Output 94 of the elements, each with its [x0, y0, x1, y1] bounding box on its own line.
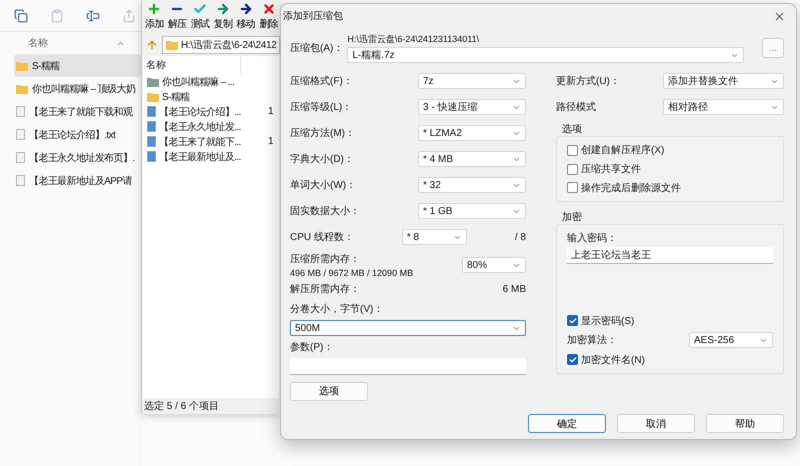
check-icon [568, 356, 576, 364]
plus-icon [147, 2, 162, 16]
dialog-button[interactable]: 帮助 [706, 414, 784, 433]
field-label: 解压所需内存： [290, 282, 360, 296]
check-icon [568, 316, 576, 324]
dropdown[interactable]: * 1 GB [418, 203, 526, 219]
path-field[interactable]: H:\迅雷云盘\6-24\2412 [162, 36, 280, 54]
toolbar-button[interactable]: 删除 [257, 0, 280, 32]
document-icon [16, 175, 25, 186]
dropdown[interactable]: * 32 [418, 177, 526, 193]
field-label: 压缩包(A)： [290, 42, 344, 55]
group-title: 加密 [561, 212, 583, 224]
field-label: CPU 线程数： [290, 230, 354, 244]
checkbox[interactable]: 压缩共享文件 [567, 160, 773, 178]
folder-icon [166, 40, 178, 50]
dropdown[interactable]: 500M [290, 320, 526, 336]
document-icon [16, 129, 25, 140]
folder-icon [16, 84, 28, 94]
rename-icon[interactable] [86, 8, 100, 22]
dropdown[interactable]: 相对路径 [663, 99, 784, 115]
thread-max-text: / 8 [514, 232, 526, 242]
folder-icon [16, 60, 28, 70]
status-text: 选定 5 / 6 个项目 [144, 400, 220, 413]
document-icon [16, 152, 25, 163]
field-label: 加密算法： [567, 334, 617, 347]
toolbar-button[interactable]: 解压 [166, 0, 189, 32]
path-text: H:\迅雷云盘\6-24\241231134011\ [347, 33, 480, 46]
file-name[interactable]: 【老王最新地址及... [159, 150, 265, 164]
document-icon [147, 136, 156, 147]
dropdown[interactable]: 80% [462, 257, 526, 273]
file-name[interactable]: 你也叫糯糯嘛 – ... [162, 74, 268, 88]
dropdown[interactable]: * 4 MB [418, 151, 526, 167]
group-title: 选项 [561, 124, 583, 136]
field-label: 字典大小(D)： [290, 152, 354, 166]
column-header[interactable]: 名称 [143, 56, 241, 74]
archive-name-field[interactable]: L-糯糯.7z [347, 47, 744, 63]
file-list-item[interactable]: 【老王永久地址发布页】. [14, 146, 141, 169]
file-list-item[interactable]: 【老王论坛介绍】.txt [14, 123, 141, 146]
document-icon [147, 151, 156, 162]
dropdown[interactable]: * LZMA2 [418, 125, 526, 141]
field-label: 压缩格式(F)： [290, 74, 353, 88]
toolbar-button[interactable]: 添加 [143, 0, 166, 32]
clipboard-icon[interactable] [50, 8, 64, 22]
dialog-button[interactable]: 确定 [528, 414, 606, 433]
share-icon[interactable] [122, 8, 136, 22]
dropdown[interactable]: 3 - 快速压缩 [418, 99, 526, 115]
parameters-field[interactable] [290, 358, 526, 375]
file-list-item[interactable]: 【老王来了就能下载和观 [14, 100, 141, 123]
up-arrow-icon[interactable] [146, 38, 158, 50]
file-list-item[interactable]: 【老王最新地址及APP请 [14, 169, 141, 192]
document-icon [16, 106, 25, 117]
file-name[interactable]: 【老王永久地址发... [159, 120, 265, 134]
document-icon [147, 121, 156, 132]
document-icon [147, 106, 156, 117]
copy-icon[interactable] [14, 8, 28, 22]
folder-icon [147, 92, 159, 102]
table-cell: 1 [268, 106, 273, 117]
field-label: 压缩等级(L)： [290, 100, 352, 114]
field-label: 参数(P)： [290, 340, 334, 354]
window-title: 添加到压缩包 [283, 10, 343, 23]
dropdown[interactable]: * 8 [402, 229, 467, 245]
field-label: 固实数据大小： [290, 204, 360, 218]
field-label: 更新方式(U)： [556, 74, 620, 88]
close-icon [262, 2, 276, 16]
file-list-item[interactable]: S-糯糯 [14, 54, 141, 77]
file-list-item[interactable]: 你也叫糯糯嘛 – 顶级大奶 [14, 77, 141, 100]
password-field[interactable]: 上老王论坛当老王 [567, 247, 773, 264]
checkbox[interactable]: 加密文件名(N) [567, 350, 773, 369]
toolbar-button[interactable]: 移动 [234, 0, 258, 32]
field-label: 压缩所需内存： [290, 252, 361, 266]
dropdown[interactable]: AES-256 [689, 332, 773, 348]
folder-icon [147, 76, 159, 86]
checkbox[interactable]: 显示密码(S) [567, 311, 773, 330]
checkbox[interactable]: 操作完成后删除源文件 [567, 178, 773, 198]
table-cell: 1 [268, 136, 273, 147]
options-button[interactable]: 选项 [290, 382, 368, 400]
memory-usage-text: 496 MB / 9672 MB / 12090 MB [290, 268, 414, 278]
toolbar-button[interactable]: 复制 [211, 0, 234, 32]
file-name[interactable]: 【老王来了就能下... [159, 134, 265, 148]
file-name[interactable]: 【老王论坛介绍】... [159, 104, 265, 118]
dialog-button[interactable]: 取消 [617, 414, 695, 433]
dropdown[interactable]: 7z [418, 73, 526, 89]
checkbox[interactable]: 创建自解压程序(X) [567, 141, 773, 160]
field-label: 输入密码： [567, 232, 617, 245]
column-header[interactable]: 名称 [28, 36, 48, 50]
field-label: 单词大小(W)： [290, 178, 356, 192]
memory-value-text: 6 MB [502, 284, 526, 294]
toolbar-button[interactable]: 测试 [188, 0, 212, 32]
file-name[interactable]: S-糯糯 [162, 90, 268, 104]
field-label: 路径模式 [556, 100, 596, 114]
field-label: 压缩方法(M)： [290, 126, 355, 140]
field-label: 分卷大小，字节(V)： [290, 302, 384, 316]
check-icon [193, 2, 208, 16]
dropdown[interactable]: 添加并替换文件 [663, 73, 784, 89]
